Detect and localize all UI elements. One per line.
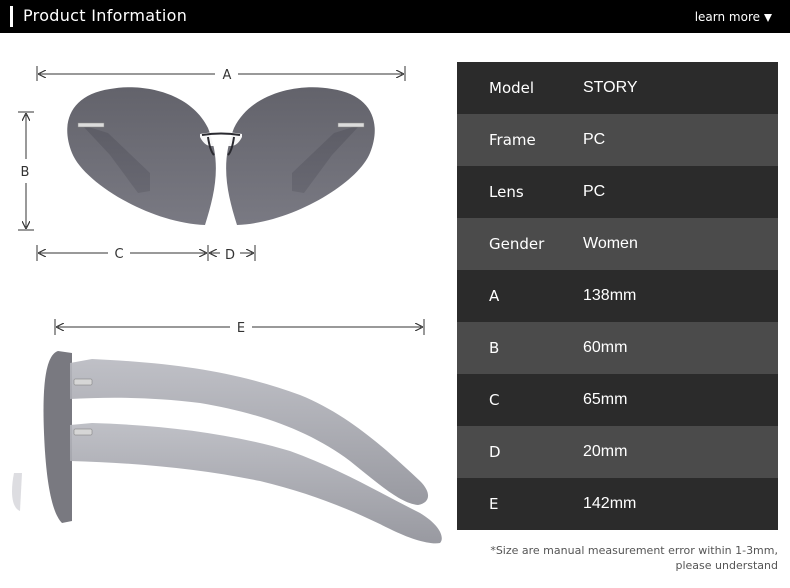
spec-key: Lens <box>489 183 524 201</box>
spec-row-a: A 138mm <box>457 270 778 322</box>
note-line-2: please understand <box>675 559 779 572</box>
spec-key: Model <box>489 79 535 97</box>
measurement-note: *Size are manual measurement error withi… <box>490 543 778 573</box>
note-line-1: *Size are manual measurement error withi… <box>490 544 778 557</box>
spec-value: Women <box>583 235 638 252</box>
spec-row-lens: Lens PC <box>457 166 778 218</box>
spec-value: 65mm <box>583 391 628 408</box>
page-title: Product Information <box>23 6 188 25</box>
learn-more-label: learn more <box>694 10 760 24</box>
spec-value: 142mm <box>583 495 637 512</box>
glasses-front-view <box>67 87 375 225</box>
spec-row-c: C 65mm <box>457 374 778 426</box>
spec-key: C <box>489 391 500 409</box>
dimension-d-label: D <box>225 248 235 263</box>
spec-row-b: B 60mm <box>457 322 778 374</box>
dimension-b-label: B <box>21 165 30 180</box>
spec-value: PC <box>583 131 606 148</box>
dimension-a-label: A <box>223 68 232 83</box>
dimension-c-label: C <box>114 247 123 262</box>
spec-row-model: Model STORY <box>457 62 778 114</box>
spec-value: STORY <box>583 79 638 96</box>
header-accent <box>10 6 13 27</box>
spec-key: D <box>489 443 501 461</box>
dimension-b: B <box>18 111 34 231</box>
spec-value: 20mm <box>583 443 628 460</box>
spec-key: A <box>489 287 500 305</box>
dimension-a: A <box>36 66 406 83</box>
spec-key: B <box>489 339 500 357</box>
triangle-down-icon <box>764 14 772 22</box>
dimension-e: E <box>54 319 425 336</box>
spec-row-e: E 142mm <box>457 478 778 530</box>
spec-row-gender: Gender Women <box>457 218 778 270</box>
spec-value: 60mm <box>583 339 628 356</box>
spec-table: Model STORY Frame PC Lens PC Gender Wome… <box>457 62 778 530</box>
spec-key: E <box>489 495 499 513</box>
spec-key: Gender <box>489 235 545 253</box>
dimension-c: C <box>36 245 209 262</box>
dimension-d: D <box>211 245 256 263</box>
spec-value: 138mm <box>583 287 637 304</box>
spec-value: PC <box>583 183 606 200</box>
spec-row-frame: Frame PC <box>457 114 778 166</box>
spec-key: Frame <box>489 131 536 149</box>
dimension-e-label: E <box>237 321 245 336</box>
header-bar: Product Information learn more <box>0 0 790 33</box>
spec-row-d: D 20mm <box>457 426 778 478</box>
glasses-side-view <box>12 351 442 544</box>
learn-more-link[interactable]: learn more <box>695 10 772 24</box>
glasses-diagram: A B C D E <box>12 66 442 544</box>
